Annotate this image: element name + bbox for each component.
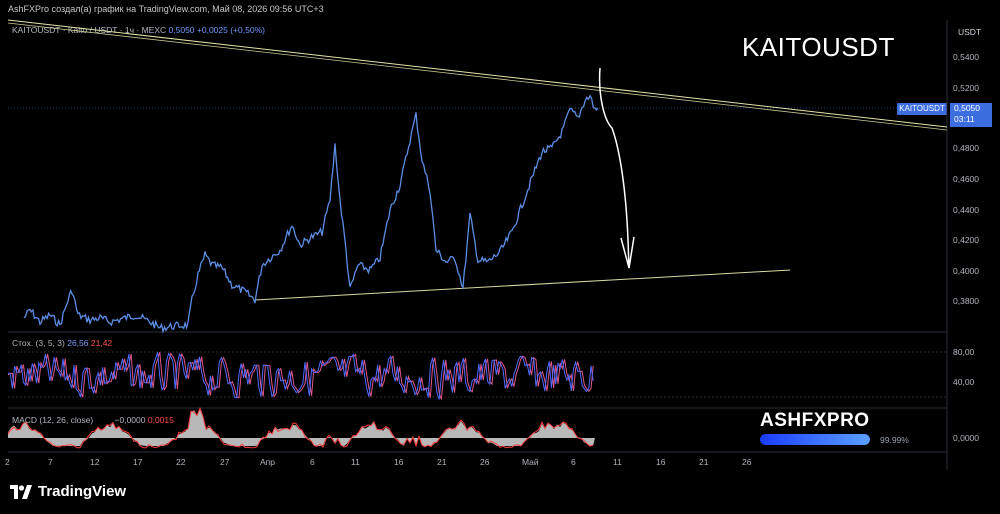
date-tick: 22	[176, 457, 186, 467]
stoch-tick: 40,00	[953, 377, 975, 387]
date-tick: 21	[437, 457, 447, 467]
brand-watermark: ASHFXPRO	[760, 410, 870, 431]
tradingview-logo[interactable]: TradingView	[10, 483, 126, 500]
tradingview-logo-text: TradingView	[38, 483, 127, 500]
date-tick: Апр	[260, 457, 275, 467]
date-tick: 27	[220, 457, 230, 467]
date-tick: 26	[480, 457, 490, 467]
date-tick: 16	[394, 457, 404, 467]
date-tick: 6	[310, 457, 315, 467]
support-trendline	[254, 269, 791, 301]
tradingview-logo-icon	[10, 484, 32, 499]
date-tick: 6	[571, 457, 576, 467]
brand-progress-text: 99.99%	[880, 435, 909, 445]
date-tick: 12	[90, 457, 100, 467]
date-tick: 17	[133, 457, 143, 467]
date-tick: 11	[351, 457, 360, 467]
stoch-d-line	[7, 352, 594, 400]
stoch-d-value: 21,42	[90, 338, 113, 348]
brand-progress-bar	[760, 434, 870, 445]
price-series-line	[23, 94, 599, 334]
date-tick: 26	[742, 457, 752, 467]
stoch-k-value: 26,56	[67, 338, 89, 348]
macd-value-1: −0,0000	[114, 415, 146, 425]
macd-tick: 0,0000	[953, 433, 979, 443]
forecast-arrow	[598, 67, 630, 269]
date-tick: 2	[5, 457, 10, 467]
macd-label: MACD (12, 26, close)	[12, 415, 94, 425]
date-tick: 21	[699, 457, 709, 467]
stoch-legend[interactable]: Стох. (3, 5, 3) 26,56 21,42	[12, 338, 112, 348]
date-tick: 11	[613, 457, 622, 467]
resistance-trendline	[7, 19, 948, 131]
macd-value-2: 0,0015	[147, 415, 174, 425]
macd-legend[interactable]: MACD (12, 26, close) −0,0000 0,0015	[12, 415, 174, 425]
brand-progress-fill	[760, 434, 870, 445]
date-tick: 7	[48, 457, 53, 467]
date-tick: 16	[656, 457, 666, 467]
date-tick: Май	[522, 457, 539, 467]
stoch-tick: 80,00	[953, 347, 975, 357]
stoch-label: Стох. (3, 5, 3)	[12, 338, 65, 348]
macd-histogram	[8, 407, 595, 446]
chart-window: AshFXPro создал(а) график на TradingView…	[0, 0, 1000, 514]
